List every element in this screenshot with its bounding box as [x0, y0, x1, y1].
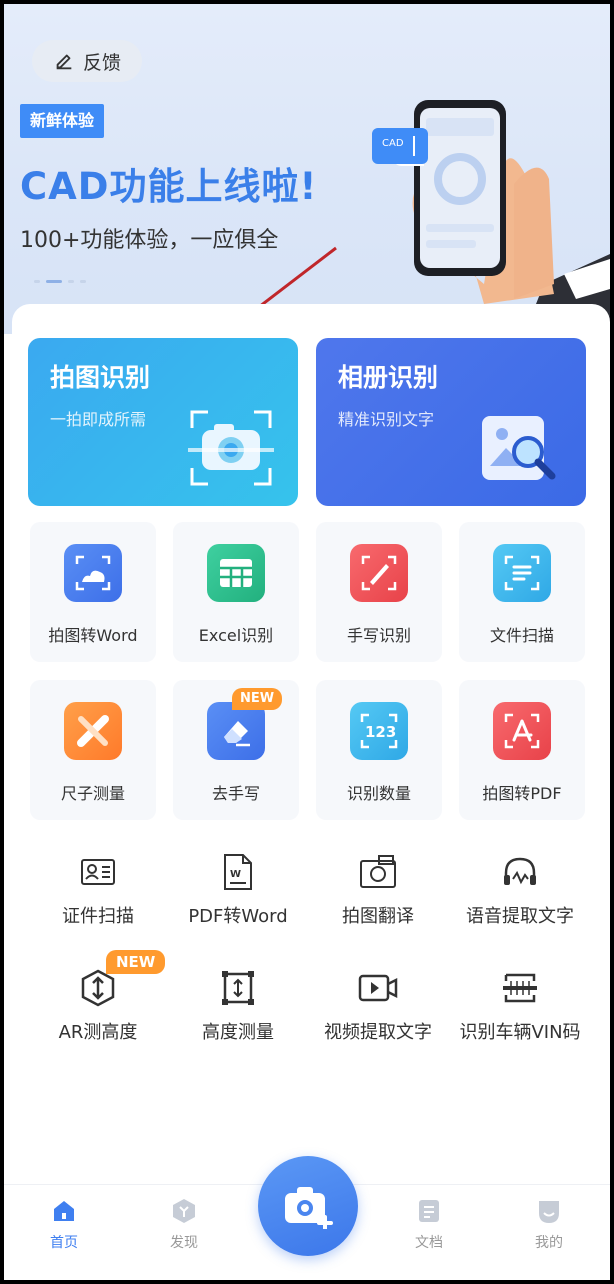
hand-phone-illustration: CAD	[372, 100, 610, 334]
tool-label: 证件扫描	[62, 906, 134, 927]
id-card-icon	[80, 852, 116, 892]
camera-capture-button[interactable]	[258, 1156, 358, 1256]
tool-video-to-text[interactable]: 视频提取文字	[308, 968, 448, 1044]
new-badge: NEW	[232, 688, 283, 710]
promo-banner[interactable]: 反馈 新鲜体验 CAD功能上线啦! 100+功能体验，一应俱全 CAD	[4, 4, 610, 334]
card-title: 拍图识别	[50, 363, 151, 392]
carousel-dot	[80, 280, 86, 283]
carousel-dot-active	[46, 280, 62, 283]
tile-ruler[interactable]: 尺子测量	[30, 680, 156, 820]
photo-recognize-card[interactable]: 拍图识别 一拍即成所需	[28, 338, 298, 506]
tool-height-measure[interactable]: 高度测量	[168, 968, 308, 1044]
promo-headline: CAD功能上线啦!	[20, 165, 318, 208]
document-icon	[414, 1196, 444, 1226]
tool-label: AR测高度	[58, 1022, 138, 1043]
nav-label: 文档	[415, 1235, 443, 1251]
tile-label: 文件扫描	[489, 626, 554, 645]
phone-cad-badge: CAD	[382, 138, 404, 149]
tile-label: 拍图转PDF	[482, 784, 562, 803]
count-123-icon: 123	[350, 702, 408, 760]
height-measure-icon	[221, 968, 255, 1008]
nav-home[interactable]: 首页	[29, 1196, 99, 1252]
feedback-button[interactable]: 反馈	[32, 40, 142, 82]
camera-add-icon	[285, 1187, 333, 1229]
tool-label: PDF转Word	[188, 906, 288, 927]
excel-icon	[207, 544, 265, 602]
carousel-dot	[68, 280, 74, 283]
edit-icon	[56, 54, 72, 70]
pdf-to-word-icon: W	[221, 852, 255, 892]
tile-pdf[interactable]: 拍图转PDF	[459, 680, 585, 820]
app-screen: 反馈 新鲜体验 CAD功能上线啦! 100+功能体验，一应俱全 CAD 拍图识别…	[4, 4, 610, 1280]
camera-scan-icon	[188, 410, 274, 486]
handwriting-icon	[350, 544, 408, 602]
tool-vin-recognize[interactable]: 识别车辆VIN码	[450, 968, 590, 1044]
tool-label: 识别车辆VIN码	[459, 1022, 581, 1043]
card-title: 相册识别	[338, 363, 439, 392]
tile-photo-to-word[interactable]: 拍图转Word	[30, 522, 156, 662]
discover-icon	[169, 1196, 199, 1226]
svg-text:W: W	[230, 869, 241, 880]
tile-count[interactable]: 123 识别数量	[316, 680, 442, 820]
svg-text:123: 123	[365, 723, 396, 741]
tool-label: 语音提取文字	[466, 906, 574, 927]
tile-label: 去手写	[211, 784, 260, 803]
nav-label: 发现	[170, 1235, 198, 1251]
eraser-icon	[207, 702, 265, 760]
photo-translate-icon	[359, 852, 397, 892]
nav-label: 首页	[50, 1235, 78, 1251]
tile-file-scan[interactable]: 文件扫描	[459, 522, 585, 662]
carousel-dots	[34, 280, 86, 283]
feedback-label: 反馈	[82, 51, 121, 74]
tool-label: 视频提取文字	[324, 1022, 432, 1043]
tool-label: 拍图翻译	[342, 906, 414, 927]
promo-tag: 新鲜体验	[20, 104, 105, 138]
headset-icon	[501, 852, 539, 892]
album-recognize-card[interactable]: 相册识别 精准识别文字	[316, 338, 586, 506]
photo-to-word-icon	[64, 544, 122, 602]
tool-id-scan[interactable]: 证件扫描	[28, 852, 168, 928]
nav-docs[interactable]: 文档	[394, 1196, 464, 1252]
tile-label: 手写识别	[346, 626, 411, 645]
tile-excel[interactable]: Excel识别	[173, 522, 299, 662]
video-icon	[358, 968, 398, 1008]
pdf-icon	[493, 702, 551, 760]
tile-label: 尺子测量	[60, 784, 125, 803]
tool-pdf-to-word[interactable]: W PDF转Word	[168, 852, 308, 928]
tile-handwriting[interactable]: 手写识别	[316, 522, 442, 662]
tool-photo-translate[interactable]: 拍图翻译	[308, 852, 448, 928]
tool-ar-height[interactable]: AR测高度	[28, 968, 168, 1044]
image-search-icon	[482, 416, 556, 480]
carousel-dot	[34, 280, 40, 283]
nav-label: 我的	[535, 1235, 563, 1251]
tile-label: 拍图转Word	[48, 626, 138, 645]
ar-height-icon	[80, 968, 116, 1008]
tool-label: 高度测量	[202, 1022, 274, 1043]
file-scan-icon	[493, 544, 551, 602]
tile-label: 识别数量	[346, 784, 411, 803]
tile-label: Excel识别	[198, 626, 274, 645]
ruler-icon	[64, 702, 122, 760]
nav-discover[interactable]: 发现	[149, 1196, 219, 1252]
vin-icon	[501, 968, 539, 1008]
profile-icon	[534, 1196, 564, 1226]
nav-mine[interactable]: 我的	[514, 1196, 584, 1252]
tool-voice-to-text[interactable]: 语音提取文字	[450, 852, 590, 928]
new-badge: NEW	[106, 950, 166, 974]
home-icon	[49, 1196, 79, 1226]
